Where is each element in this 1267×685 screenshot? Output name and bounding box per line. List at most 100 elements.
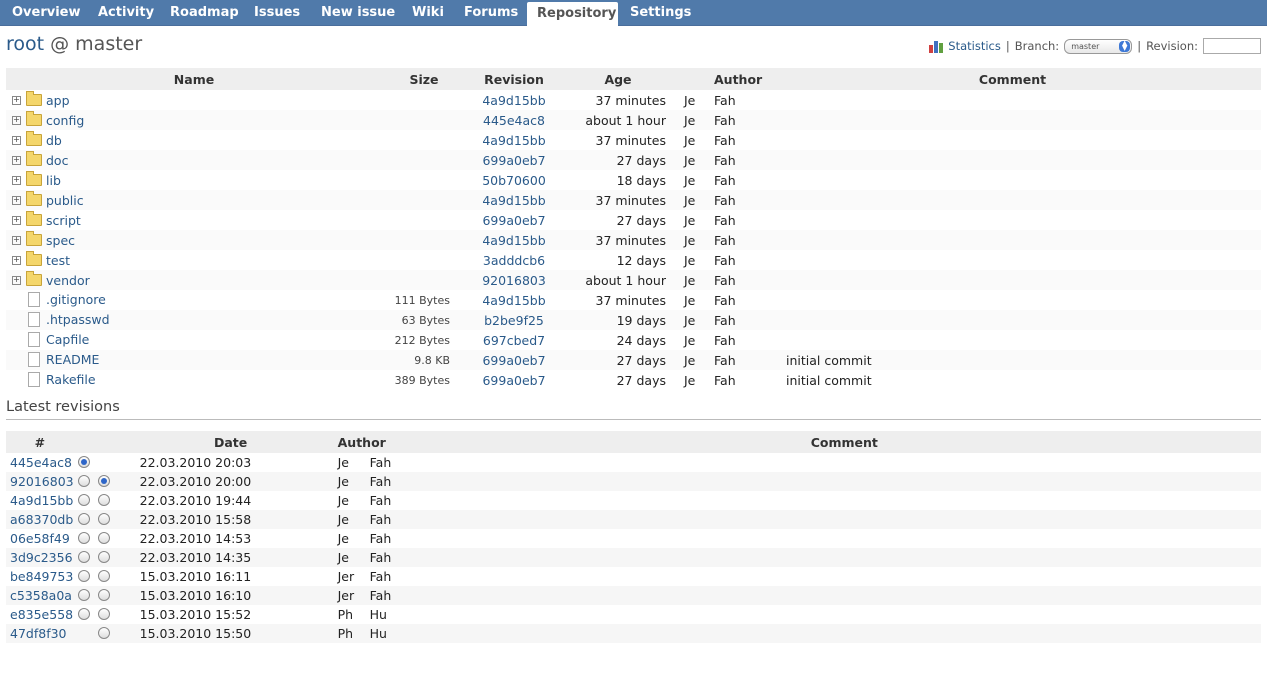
compare-to-radio[interactable] [97, 607, 110, 620]
revision-link[interactable]: 4a9d15bb [482, 233, 545, 248]
expand-icon[interactable]: + [12, 215, 21, 225]
revision-link[interactable]: 4a9d15bb [482, 293, 545, 308]
expand-icon[interactable]: + [12, 155, 21, 165]
revision-id-link[interactable]: c5358a0a [10, 588, 72, 603]
revision-author: Je Fah [337, 548, 428, 567]
expand-icon[interactable]: + [12, 95, 21, 105]
revision-link[interactable]: 3adddcb6 [483, 253, 545, 268]
revision-link[interactable]: 699a0eb7 [482, 153, 545, 168]
branch-select[interactable]: master ▲ ▼ [1064, 38, 1133, 54]
branch-select-value: master [1071, 41, 1100, 51]
compare-to-radio[interactable] [97, 588, 110, 601]
revision-id-link[interactable]: be849753 [10, 569, 73, 584]
entries-table: Name Size Revision Age Author Comment + a… [6, 68, 1261, 390]
tab-repository[interactable]: Repository [527, 2, 618, 26]
expand-icon[interactable]: + [12, 175, 21, 185]
compare-to-radio[interactable] [97, 550, 110, 563]
expand-icon[interactable]: + [12, 235, 21, 245]
revision-link[interactable]: 4a9d15bb [482, 93, 545, 108]
folder-icon [26, 271, 42, 286]
revision-id-link[interactable]: 92016803 [10, 474, 74, 489]
revision-id-link[interactable]: 06e58f49 [10, 531, 70, 546]
expand-icon[interactable]: + [12, 255, 21, 265]
entry-link[interactable]: .htpasswd [46, 312, 110, 327]
compare-from-radio[interactable] [77, 455, 90, 468]
revision-link[interactable]: 50b70600 [482, 173, 546, 188]
revision-id-link[interactable]: e835e558 [10, 607, 73, 622]
revision-link[interactable]: 4a9d15bb [482, 133, 545, 148]
revision-link[interactable]: 697cbed7 [483, 333, 545, 348]
entry-link[interactable]: Rakefile [46, 372, 96, 387]
column-header-comment: Comment [764, 68, 1261, 90]
tab-forums[interactable]: Forums [458, 0, 524, 25]
entry-link[interactable]: config [46, 113, 84, 128]
revision-input[interactable] [1203, 38, 1261, 54]
compare-from-radio[interactable] [77, 512, 90, 525]
entry-comment [764, 330, 1261, 350]
entry-age: 27 days [562, 350, 674, 370]
compare-from-radio[interactable] [77, 493, 90, 506]
revision-link[interactable]: 92016803 [482, 273, 546, 288]
tab-roadmap[interactable]: Roadmap [164, 0, 245, 25]
compare-from-radio[interactable] [77, 531, 90, 544]
compare-from-radio[interactable] [77, 588, 90, 601]
entry-link[interactable]: lib [46, 173, 61, 188]
compare-to-radio[interactable] [97, 512, 110, 525]
compare-from-radio[interactable] [77, 569, 90, 582]
revision-link[interactable]: 445e4ac8 [483, 113, 545, 128]
entry-author: Je Fah [674, 130, 764, 150]
compare-from-radio[interactable] [77, 474, 90, 487]
entry-link[interactable]: app [46, 93, 70, 108]
compare-to-radio[interactable] [97, 493, 110, 506]
expand-icon[interactable]: + [12, 115, 21, 125]
compare-to-radio[interactable] [97, 569, 110, 582]
entry-author: Je Fah [674, 190, 764, 210]
entry-comment [764, 310, 1261, 330]
entry-name-cell: + db [6, 130, 382, 150]
entry-link[interactable]: .gitignore [46, 292, 106, 307]
revision-date: 22.03.2010 20:03 [139, 455, 252, 470]
revision-link[interactable]: 4a9d15bb [482, 193, 545, 208]
revision-link[interactable]: 699a0eb7 [482, 373, 545, 388]
revision-id-link[interactable]: 47df8f30 [10, 626, 67, 641]
entry-link[interactable]: vendor [46, 273, 90, 288]
author-initial: Je [684, 352, 696, 368]
tab-settings[interactable]: Settings [624, 0, 697, 25]
expand-icon[interactable]: + [12, 135, 21, 145]
entry-link[interactable]: test [46, 253, 70, 268]
revision-id-link[interactable]: 3d9c2356 [10, 550, 73, 565]
table-row: 06e58f49 22.03.2010 14:53 Je Fah [6, 529, 1261, 548]
revision-link[interactable]: 699a0eb7 [482, 353, 545, 368]
tab-overview[interactable]: Overview [6, 0, 87, 25]
compare-to-radio[interactable] [97, 531, 110, 544]
entry-link[interactable]: spec [46, 233, 75, 248]
table-row: e835e558 15.03.2010 15:52 Ph Hu [6, 605, 1261, 624]
tab-activity[interactable]: Activity [92, 0, 160, 25]
tab-new-issue[interactable]: New issue [315, 0, 401, 25]
root-link[interactable]: root [6, 33, 44, 55]
tab-issues[interactable]: Issues [248, 0, 306, 25]
statistics-link[interactable]: Statistics [948, 39, 1001, 53]
expand-icon[interactable]: + [12, 275, 21, 285]
entry-link[interactable]: doc [46, 153, 68, 168]
entry-author: Je Fah [674, 170, 764, 190]
entry-link[interactable]: script [46, 213, 81, 228]
revision-id-link[interactable]: 445e4ac8 [10, 455, 72, 470]
entry-link[interactable]: db [46, 133, 62, 148]
revision-id-link[interactable]: a68370db [10, 512, 73, 527]
compare-from-radio[interactable] [77, 550, 90, 563]
entry-link[interactable]: Capfile [46, 332, 89, 347]
author-name: Fah [714, 252, 736, 268]
entry-link[interactable]: public [46, 193, 84, 208]
entry-link[interactable]: README [46, 352, 99, 367]
revision-link[interactable]: 699a0eb7 [482, 213, 545, 228]
entry-age: 12 days [562, 250, 674, 270]
expand-icon[interactable]: + [12, 195, 21, 205]
revision-id-link[interactable]: 4a9d15bb [10, 493, 73, 508]
compare-from-radio[interactable] [77, 607, 90, 620]
tab-wiki[interactable]: Wiki [406, 0, 450, 25]
entry-name-cell: .htpasswd [6, 310, 382, 330]
compare-to-radio[interactable] [97, 474, 110, 487]
compare-to-radio[interactable] [97, 626, 110, 639]
revision-link[interactable]: b2be9f25 [484, 313, 544, 328]
